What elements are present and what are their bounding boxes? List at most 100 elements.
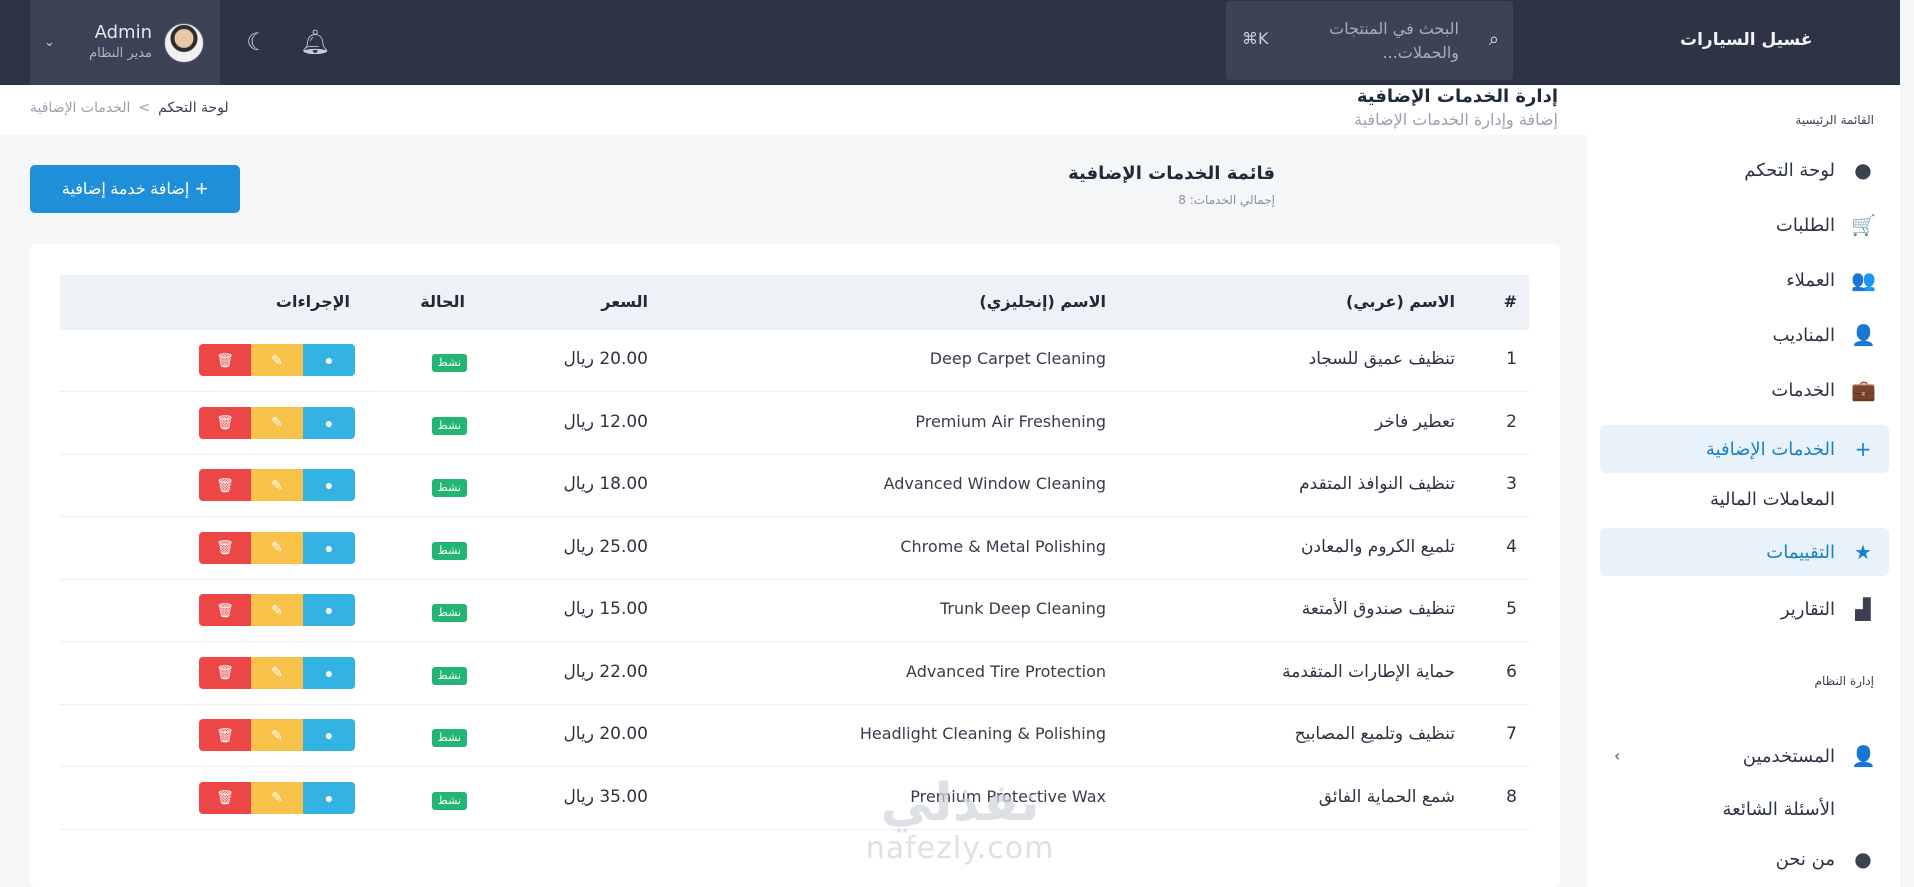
table-row: 1 تنظيف عميق للسجاد Deep Carpet Cleaning 20… — [60, 330, 1529, 392]
avatar[interactable] — [164, 22, 204, 63]
watermark-logo: نفذلي — [880, 773, 1040, 833]
view-button[interactable]: ● — [303, 344, 355, 376]
sidebar-item-label: الخدمات الإضافية — [1705, 438, 1835, 460]
delete-button[interactable]: 🗑︎ — [199, 781, 251, 814]
search-box[interactable]: ⌘K البحث في المنتجات والحملات... ⌕ — [1226, 1, 1513, 80]
edit-button[interactable]: ✎ — [251, 781, 303, 814]
delete-button[interactable]: 🗑︎ — [199, 344, 251, 376]
sidebar-item-7[interactable]: التقييمات ★ — [1600, 528, 1889, 576]
sidebar-item-label: الأسئلة الشائعة — [1722, 798, 1835, 820]
breadcrumb-current: الخدمات الإضافية — [30, 100, 131, 116]
user-menu[interactable]: ⌄ Admin مدير النظام — [30, 0, 220, 85]
eye-icon: ● — [324, 664, 334, 681]
name-english: Trunk Deep Cleaning — [939, 599, 1106, 618]
delete-button[interactable]: 🗑︎ — [199, 406, 251, 439]
edit-button[interactable]: ✎ — [251, 406, 303, 439]
price: 18.00 ريال — [563, 474, 648, 494]
view-button[interactable]: ● — [303, 406, 355, 439]
sidebar-item-0[interactable]: لوحة التحكم ● — [1600, 146, 1889, 194]
delete-button[interactable]: 🗑︎ — [199, 531, 251, 564]
status-badge: نشط — [431, 354, 467, 372]
delete-button[interactable]: 🗑︎ — [199, 656, 251, 689]
page-header: الخدمات الإضافية < لوحة التحكم إدارة الخ… — [0, 85, 1587, 135]
user-icon: 👤 — [1851, 744, 1876, 768]
pencil-icon: ✎ — [271, 601, 283, 618]
top-header: ⌄ Admin مدير النظام ☾ 🔔︎ ⌘K البحث في الم… — [0, 0, 1900, 85]
table-row: 7 تنظيف وتلميع المصابيح Headlight Cleaning… — [60, 705, 1529, 767]
sidebar-item-9[interactable]: المستخدمين 👤 ‹ — [1600, 732, 1889, 780]
moon-icon[interactable]: ☾ — [241, 26, 273, 58]
edit-button[interactable]: ✎ — [251, 719, 303, 751]
pencil-icon: ✎ — [271, 539, 283, 555]
edit-button[interactable]: ✎ — [251, 594, 303, 626]
row-actions: 🗑︎ ✎ ● — [199, 406, 355, 439]
col-price: السعر — [601, 292, 648, 311]
eye-icon: ● — [324, 727, 334, 743]
delete-button[interactable]: 🗑︎ — [199, 469, 251, 501]
status-badge: نشط — [431, 666, 467, 685]
view-button[interactable]: ● — [303, 719, 355, 751]
cart-icon: 🛒 — [1851, 213, 1876, 237]
pencil-icon: ✎ — [271, 351, 283, 368]
view-button[interactable]: ● — [303, 469, 355, 501]
view-button[interactable]: ● — [303, 594, 355, 626]
trash-icon: 🗑︎ — [216, 351, 234, 368]
sidebar-item-label: من نحن — [1775, 848, 1835, 870]
view-button[interactable]: ● — [303, 781, 355, 814]
delete-button[interactable]: 🗑︎ — [199, 594, 251, 626]
edit-button[interactable]: ✎ — [251, 469, 303, 501]
page-title: إدارة الخدمات الإضافية — [1356, 86, 1558, 107]
search-input[interactable]: البحث في المنتجات والحملات... — [1299, 17, 1459, 65]
add-service-button[interactable]: إضافة خدمة إضافية + — [30, 165, 240, 213]
trash-icon: 🗑︎ — [216, 601, 234, 618]
pencil-icon: ✎ — [271, 414, 283, 430]
eye-icon: ● — [324, 352, 334, 368]
name-arabic: شمع الحماية الفائق — [1318, 786, 1455, 807]
table-row: 6 حماية الإطارات المتقدمة Advanced Tire Pr… — [60, 643, 1529, 705]
sidebar-item-1[interactable]: الطلبات 🛒 — [1600, 201, 1889, 249]
name-english: Premium Air Freshening — [915, 411, 1106, 431]
delete-button[interactable]: 🗑︎ — [199, 719, 251, 751]
page-subtitle: إضافة وإدارة الخدمات الإضافية — [1354, 110, 1558, 129]
reports-icon: ▟ — [1855, 597, 1871, 621]
row-actions: 🗑︎ ✎ ● — [199, 719, 355, 751]
sidebar-item-2[interactable]: العملاء 👥 — [1600, 256, 1889, 304]
col-name-en: الاسم (إنجليزي) — [979, 292, 1106, 311]
table-row: 2 تعطير فاخر Premium Air Freshening 12.00 ر… — [60, 393, 1529, 455]
price: 25.00 ريال — [563, 536, 648, 557]
name-arabic: تنظيف صندوق الأمتعة — [1301, 599, 1455, 619]
name-english: Advanced Window Cleaning — [883, 474, 1106, 493]
list-count: إجمالي الخدمات: 8 — [1178, 193, 1275, 207]
pencil-icon: ✎ — [271, 476, 283, 493]
info-icon: ● — [1854, 847, 1872, 871]
edit-button[interactable]: ✎ — [251, 531, 303, 564]
breadcrumb: الخدمات الإضافية < لوحة التحكم — [30, 100, 229, 116]
chevron-icon[interactable]: ‹ — [1614, 746, 1620, 765]
sidebar-item-4[interactable]: الخدمات 💼 — [1600, 366, 1889, 414]
edit-button[interactable]: ✎ — [251, 656, 303, 689]
edit-button[interactable]: ✎ — [251, 344, 303, 376]
price: 12.00 ريال — [563, 411, 648, 432]
row-actions: 🗑︎ ✎ ● — [199, 531, 355, 564]
breadcrumb-home[interactable]: لوحة التحكم — [158, 100, 229, 116]
sidebar-item-8[interactable]: التقارير ▟ — [1600, 585, 1889, 633]
dashboard-icon: ● — [1854, 158, 1872, 182]
sidebar-item-6[interactable]: المعاملات المالية — [1600, 475, 1889, 523]
price: 15.00 ريال — [563, 599, 648, 619]
sidebar-item-10[interactable]: الأسئلة الشائعة — [1600, 785, 1889, 833]
app-brand[interactable]: غسيل السيارات — [1680, 30, 1812, 50]
sidebar-item-3[interactable]: المناديب 👤 — [1600, 311, 1889, 359]
sidebar-item-5[interactable]: الخدمات الإضافية + — [1600, 425, 1889, 473]
trash-icon: 🗑︎ — [216, 789, 234, 805]
name-arabic: تنظيف عميق للسجاد — [1308, 349, 1455, 369]
bell-icon[interactable]: 🔔︎ — [299, 26, 331, 58]
name-arabic: حماية الإطارات المتقدمة — [1282, 661, 1455, 682]
sidebar-item-label: المناديب — [1772, 324, 1835, 346]
view-button[interactable]: ● — [303, 656, 355, 689]
chevron-down-icon[interactable]: ⌄ — [44, 35, 58, 50]
pencil-icon: ✎ — [271, 789, 283, 805]
view-button[interactable]: ● — [303, 531, 355, 564]
row-actions: 🗑︎ ✎ ● — [199, 656, 355, 689]
name-arabic: تلميع الكروم والمعادن — [1301, 536, 1455, 557]
sidebar-item-11[interactable]: من نحن ● — [1600, 835, 1889, 883]
